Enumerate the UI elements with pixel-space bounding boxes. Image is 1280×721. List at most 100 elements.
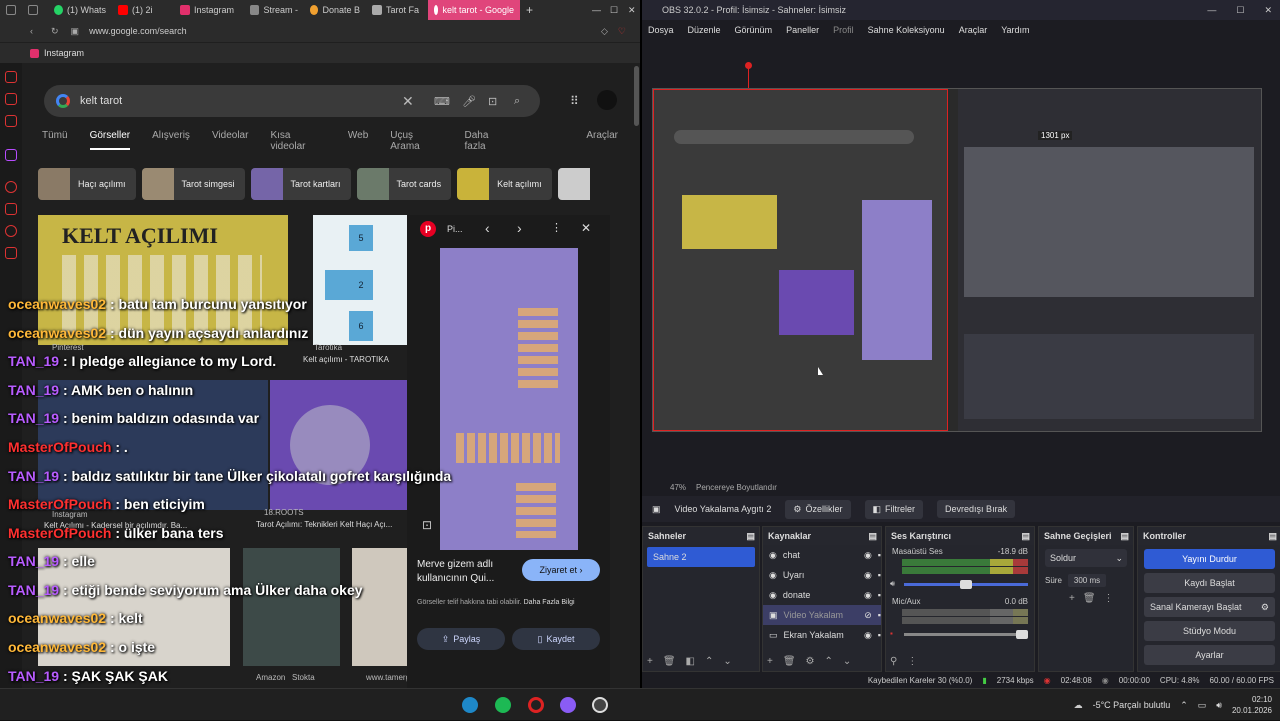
share-button[interactable]: ⇪ Paylaş (417, 628, 505, 650)
extension-icon[interactable]: ◇ (601, 26, 608, 37)
gear-icon[interactable]: ⚙ (806, 656, 815, 667)
heart-icon[interactable]: ♡ (618, 26, 626, 37)
tab-more[interactable]: Daha fazla (464, 130, 510, 152)
lock-icon[interactable]: ▪ (878, 630, 881, 640)
image-result-4[interactable] (243, 548, 340, 666)
next-icon[interactable]: › (517, 220, 522, 236)
chip[interactable] (557, 168, 590, 200)
up-icon[interactable]: ⌃ (825, 656, 833, 667)
new-tab-button[interactable]: + (520, 0, 538, 20)
volume-slider[interactable] (904, 630, 1028, 639)
back-icon[interactable]: ‹ (30, 26, 33, 36)
image-result-2[interactable] (270, 380, 407, 510)
studio-mode-button[interactable]: Stüdyo Modu (1144, 621, 1275, 641)
chip[interactable]: Tarot cards (356, 168, 452, 200)
image-result-3[interactable] (38, 548, 230, 666)
mic-muted-icon[interactable]: ▪ (890, 629, 893, 638)
reload-icon[interactable]: ↻ (51, 26, 59, 37)
down-icon[interactable]: ⌄ (723, 656, 731, 667)
eye-off-icon[interactable]: ⊘ (864, 610, 872, 621)
search-input[interactable]: kelt tarot ✕ ⌨ 🎤︎ ⊡ ⌕ (44, 85, 540, 117)
clear-icon[interactable]: ✕ (402, 93, 414, 110)
volume-slider[interactable] (904, 580, 1028, 589)
minimize-icon[interactable]: — (1207, 5, 1216, 15)
url-text[interactable]: www.google.com/search (89, 26, 187, 36)
trash-icon[interactable]: 🗑︎ (1083, 593, 1096, 604)
source-item[interactable]: ◉ chat ◉ ▪ (763, 545, 881, 565)
tab-web[interactable]: Web (348, 130, 368, 150)
tab-youtube[interactable]: (1) 2i (112, 0, 174, 20)
image-result-5[interactable] (352, 548, 407, 666)
tab-videos[interactable]: Videolar (212, 130, 249, 150)
start-virtual-camera-button[interactable]: Sanal Kamerayı Başlat ⚙ (1144, 597, 1275, 617)
mic-icon[interactable]: 🎤︎ (462, 95, 476, 108)
dock-menu-icon[interactable]: ▤ (1268, 531, 1277, 542)
spotify-icon[interactable] (495, 697, 511, 713)
image-result-pinterest[interactable]: 5 2 6 (313, 215, 407, 345)
trash-icon[interactable]: 🗑︎ (783, 656, 796, 667)
discord-icon[interactable] (560, 697, 576, 713)
add-icon[interactable]: + (767, 656, 773, 667)
bookmark-instagram[interactable]: Instagram (44, 48, 84, 58)
maximize-icon[interactable]: ☐ (604, 0, 622, 20)
menu-help[interactable]: Yardım (1001, 25, 1029, 35)
minimize-icon[interactable]: — (586, 0, 604, 20)
deactivate-button[interactable]: Devredışı Bırak (937, 500, 1016, 518)
eye-icon[interactable]: ◉ (864, 570, 872, 581)
down-icon[interactable]: ⌄ (843, 656, 851, 667)
search-icon[interactable]: ⌕ (514, 95, 520, 108)
tab-shopping[interactable]: Alışveriş (152, 130, 190, 150)
scrollbar[interactable] (634, 66, 639, 126)
more-icon[interactable]: ⋮ (907, 656, 917, 667)
trash-icon[interactable]: 🗑︎ (663, 656, 676, 667)
more-icon[interactable]: ⋮ (551, 221, 562, 234)
apps-icon[interactable]: ⠿ (570, 94, 579, 108)
tab-flights[interactable]: Uçuş Arama (390, 130, 442, 152)
chip[interactable]: Tarot simgesi (141, 168, 245, 200)
image-result-1[interactable] (38, 380, 268, 510)
chip[interactable]: Kelt açılımı (457, 168, 552, 200)
tab-whatsapp[interactable]: (1) Whats (48, 0, 112, 20)
close-icon[interactable]: ✕ (1264, 5, 1272, 16)
speaker-icon[interactable]: 🔊︎ (890, 579, 895, 589)
obs-preview[interactable]: 1301 px (652, 88, 1262, 432)
source-item[interactable]: ▭ Ekran Yakalam ◉ ▪ (763, 625, 881, 645)
dock-menu-icon[interactable]: ▤ (746, 531, 755, 542)
more-icon[interactable]: ⋮ (1104, 593, 1114, 604)
gear-icon[interactable]: ⚙ (1261, 602, 1269, 613)
chevron-up-icon[interactable]: ⌃ (1180, 700, 1188, 711)
preview-image[interactable] (440, 248, 578, 550)
visit-button[interactable]: Ziyaret et › (522, 559, 600, 581)
menu-scene-collection[interactable]: Sahne Koleksiyonu (868, 25, 945, 35)
tab-images[interactable]: Görseller (89, 130, 131, 150)
sidebar-icon[interactable] (5, 225, 17, 237)
lock-icon[interactable]: ▪ (878, 570, 881, 580)
sidebar-icon[interactable] (5, 181, 17, 193)
menu-docks[interactable]: Paneller (786, 25, 819, 35)
sidebar-icon[interactable] (5, 203, 17, 215)
start-recording-button[interactable]: Kaydı Başlat (1144, 573, 1275, 593)
tab-donate[interactable]: Donate B (304, 0, 366, 20)
tab-home[interactable] (0, 0, 22, 20)
close-icon[interactable]: ✕ (581, 221, 591, 235)
dock-menu-icon[interactable]: ▤ (1120, 531, 1129, 542)
tab-stream[interactable]: Stream - (244, 0, 304, 20)
fit-to-window[interactable]: Pencereye Boyutlandır (696, 483, 777, 492)
filter-icon[interactable]: ◧ (686, 656, 695, 667)
lens-icon[interactable]: ⊡ (422, 518, 432, 532)
tab-instagram[interactable]: Instagram (174, 0, 244, 20)
tab-tools[interactable]: Araçlar (586, 130, 618, 150)
keyboard-icon[interactable]: ⌨ (434, 95, 450, 108)
lock-icon[interactable]: ▪ (878, 550, 881, 560)
sidebar-icon[interactable] (5, 247, 17, 259)
source-item[interactable]: ◉ Uyarı ◉ ▪ (763, 565, 881, 585)
tab-short-videos[interactable]: Kısa videolar (270, 130, 325, 152)
tab-all[interactable]: Tümü (42, 130, 68, 150)
dock-menu-icon[interactable]: ▤ (868, 531, 877, 542)
opera-icon[interactable] (528, 697, 544, 713)
sidebar-icon[interactable] (5, 71, 17, 83)
source-item[interactable]: ▣ Video Yakalam ⊘ ▪ (763, 605, 881, 625)
save-button[interactable]: ▯ Kaydet (512, 628, 600, 650)
tab-tarot[interactable]: Tarot Fa (366, 0, 428, 20)
add-icon[interactable]: + (647, 656, 653, 667)
